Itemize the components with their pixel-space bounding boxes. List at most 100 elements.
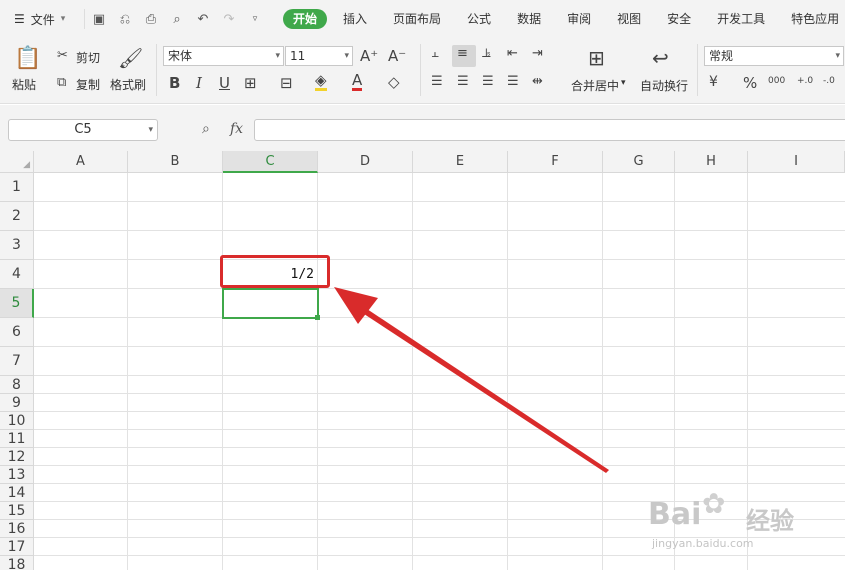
underline-button[interactable]: U: [219, 74, 230, 92]
align-top-icon[interactable]: ⫠: [431, 46, 439, 61]
thousands-button[interactable]: 000: [768, 76, 785, 86]
tab-insert[interactable]: 插入: [343, 0, 367, 38]
chevron-down-icon: ▾: [344, 51, 349, 61]
row-header-7[interactable]: 7: [0, 347, 34, 376]
baidu-watermark: ✿ Bai 经验 jingyan.baidu.com: [648, 487, 838, 553]
row-header-16[interactable]: 16: [0, 520, 34, 538]
row-header-8[interactable]: 8: [0, 376, 34, 394]
align-center-icon[interactable]: ☰: [457, 74, 469, 89]
font-name-select[interactable]: 宋体 ▾: [163, 46, 284, 66]
row-header-3[interactable]: 3: [0, 231, 34, 260]
currency-icon[interactable]: ¥: [709, 74, 718, 90]
number-format-select[interactable]: 常规 ▾: [704, 46, 844, 66]
name-box[interactable]: C5 ▾: [8, 119, 158, 141]
undo-icon[interactable]: ↶: [195, 12, 211, 27]
merge-center-label: 合并居中: [571, 79, 620, 93]
border-icon[interactable]: ⊞: [244, 74, 257, 92]
row-header-6[interactable]: 6: [0, 318, 34, 347]
row-header-11[interactable]: 11: [0, 430, 34, 448]
tab-page-layout[interactable]: 页面布局: [393, 0, 441, 38]
wrap-text-icon: ↩: [652, 46, 669, 70]
row-gridline: [34, 259, 845, 260]
tab-formulas[interactable]: 公式: [467, 0, 491, 38]
align-bottom-icon[interactable]: ⫡: [482, 46, 491, 61]
paste-icon: 📋: [14, 46, 42, 71]
row-header-9[interactable]: 9: [0, 394, 34, 412]
print-icon[interactable]: ⎙: [143, 12, 159, 27]
indent-increase-icon[interactable]: ⇥: [532, 46, 543, 61]
quick-access-toolbar: ▣ ⎌ ⎙ ⌕ ↶ ↷ ▿: [84, 9, 263, 29]
column-header-b[interactable]: B: [128, 151, 223, 173]
row-header-14[interactable]: 14: [0, 484, 34, 502]
font-color-icon[interactable]: A: [352, 72, 363, 91]
fill-handle[interactable]: [315, 315, 320, 320]
fill-pattern-icon[interactable]: ⊟: [280, 74, 293, 92]
scissors-icon: ✂: [57, 48, 68, 63]
chevron-down-icon: ▾: [148, 125, 153, 135]
merge-cells-icon: ⊞: [588, 46, 605, 70]
formula-input[interactable]: [254, 119, 845, 141]
hamburger-icon: ☰: [14, 12, 25, 26]
tab-developer[interactable]: 开发工具: [717, 0, 765, 38]
italic-button[interactable]: I: [196, 74, 202, 92]
tab-data[interactable]: 数据: [517, 0, 541, 38]
tab-special[interactable]: 特色应用: [791, 0, 839, 38]
row-header-10[interactable]: 10: [0, 412, 34, 430]
column-header-h[interactable]: H: [675, 151, 748, 173]
save-icon[interactable]: ▣: [91, 12, 107, 27]
tab-security[interactable]: 安全: [667, 0, 691, 38]
select-all-corner[interactable]: ◢: [0, 151, 34, 173]
column-header-f[interactable]: F: [508, 151, 603, 173]
row-header-12[interactable]: 12: [0, 448, 34, 466]
font-grow-icon[interactable]: A⁺: [360, 47, 378, 65]
watermark-url: jingyan.baidu.com: [652, 537, 754, 550]
fill-color-icon[interactable]: ◈: [315, 73, 327, 91]
column-header-g[interactable]: G: [603, 151, 675, 173]
customize-icon[interactable]: ▿: [247, 14, 263, 24]
column-gridline: [222, 173, 223, 570]
row-header-4[interactable]: 4: [0, 260, 34, 289]
distribute-icon[interactable]: ⇹: [532, 74, 543, 89]
row-header-13[interactable]: 13: [0, 466, 34, 484]
column-header-e[interactable]: E: [413, 151, 508, 173]
font-name-value: 宋体: [168, 49, 193, 63]
file-menu[interactable]: ☰ 文件 ▾: [0, 11, 84, 28]
formula-bar: C5 ▾ ⌕ fx: [0, 105, 845, 151]
paintbrush-icon: 🖌: [118, 46, 144, 70]
column-header-i[interactable]: I: [748, 151, 845, 173]
fx-icon[interactable]: fx: [230, 121, 243, 137]
decimal-increase-button[interactable]: +.0: [797, 76, 813, 86]
column-header-a[interactable]: A: [34, 151, 128, 173]
row-header-18[interactable]: 18: [0, 556, 34, 570]
select-all-triangle-icon: ◢: [23, 160, 30, 170]
row-header-2[interactable]: 2: [0, 202, 34, 231]
tab-view[interactable]: 视图: [617, 0, 641, 38]
column-header-d[interactable]: D: [318, 151, 413, 173]
column-gridline: [317, 173, 318, 570]
percent-button[interactable]: %: [743, 74, 757, 92]
decimal-decrease-button[interactable]: -.0: [823, 76, 835, 86]
column-header-c[interactable]: C: [223, 151, 318, 173]
font-size-select[interactable]: 11 ▾: [285, 46, 353, 66]
row-header-1[interactable]: 1: [0, 173, 34, 202]
print-preview-icon[interactable]: ⌕: [169, 12, 185, 27]
align-right-icon[interactable]: ☰: [482, 74, 494, 89]
row-gridline: [34, 201, 845, 202]
row-header-17[interactable]: 17: [0, 538, 34, 556]
arrow-shaft: [361, 307, 609, 473]
tab-home[interactable]: 开始: [283, 9, 328, 29]
row-header-15[interactable]: 15: [0, 502, 34, 520]
zoom-icon[interactable]: ⌕: [202, 121, 210, 137]
eraser-icon[interactable]: ◇: [388, 73, 400, 91]
row-header-5[interactable]: 5: [0, 289, 34, 318]
font-shrink-icon[interactable]: A⁻: [388, 47, 406, 65]
active-cell[interactable]: [222, 288, 319, 319]
export-icon[interactable]: ⎌: [117, 12, 133, 27]
justify-icon[interactable]: ☰: [507, 74, 519, 89]
tab-review[interactable]: 审阅: [567, 0, 591, 38]
align-left-icon[interactable]: ☰: [431, 74, 443, 89]
align-middle-icon[interactable]: ≡: [457, 46, 468, 61]
bold-button[interactable]: B: [169, 74, 180, 92]
indent-decrease-icon[interactable]: ⇤: [507, 46, 518, 61]
redo-icon[interactable]: ↷: [221, 12, 237, 27]
